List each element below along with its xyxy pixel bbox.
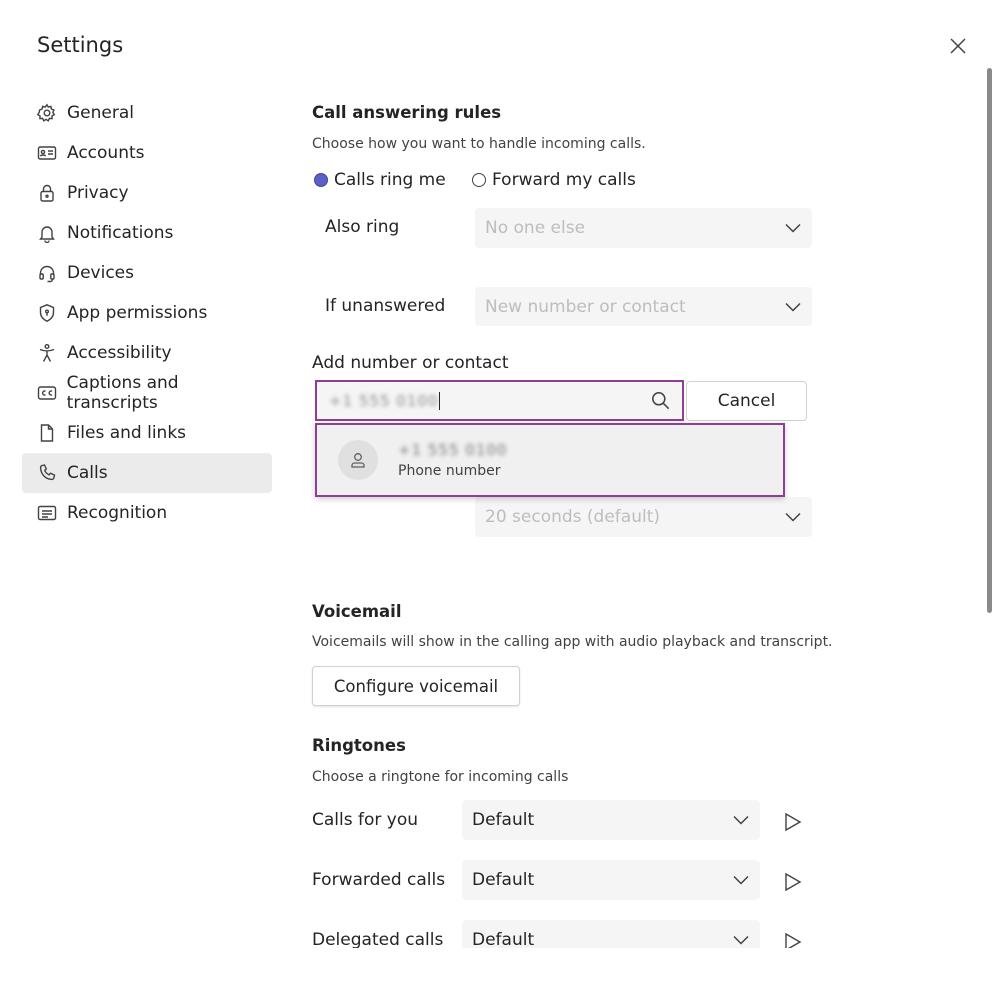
sidebar-item-accounts[interactable]: Accounts: [22, 133, 272, 173]
ringtone-label-calls-for-you: Calls for you: [312, 810, 419, 830]
also-ring-label: Also ring: [325, 217, 400, 237]
play-ringtone-button[interactable]: [782, 811, 804, 833]
suggestion-name: +1 555 0100: [398, 441, 508, 459]
ringtones-heading: Ringtones: [312, 736, 406, 755]
chevron-down-icon: [785, 223, 801, 233]
radio-label: Forward my calls: [492, 170, 636, 190]
close-icon: [950, 38, 966, 54]
configure-voicemail-button[interactable]: Configure voicemail: [312, 666, 520, 706]
also-ring-select[interactable]: No one else: [475, 208, 812, 248]
search-icon: [652, 392, 670, 410]
select-value: Default: [472, 870, 535, 890]
radio-selected-icon: [314, 173, 328, 187]
chevron-down-icon: [785, 512, 801, 522]
recognition-icon: [36, 502, 58, 524]
scrollbar-thumb[interactable]: [987, 68, 992, 613]
chevron-down-icon: [785, 302, 801, 312]
bell-icon: [36, 222, 58, 244]
call-rules-heading: Call answering rules: [312, 103, 502, 122]
if-unanswered-label: If unanswered: [325, 296, 446, 316]
suggestion-type: Phone number: [398, 463, 501, 479]
sidebar-item-label: App permissions: [67, 303, 208, 323]
sidebar-item-accessibility[interactable]: Accessibility: [22, 333, 272, 373]
cancel-button[interactable]: Cancel: [686, 381, 807, 421]
sidebar-item-app-permissions[interactable]: App permissions: [22, 293, 272, 333]
text-caret: [439, 391, 441, 410]
ringtone-select-forwarded[interactable]: Default: [462, 860, 760, 900]
select-value: New number or contact: [485, 296, 686, 317]
voicemail-description: Voicemails will show in the calling app …: [312, 634, 833, 650]
select-value: 20 seconds (default): [485, 507, 661, 527]
radio-label: Calls ring me: [334, 170, 446, 190]
chevron-down-icon: [733, 815, 749, 825]
lock-icon: [36, 182, 58, 204]
settings-sidebar: General Accounts Privacy Notifications D…: [22, 93, 272, 533]
ringtone-label-forwarded: Forwarded calls: [312, 870, 446, 890]
contact-suggestion-item[interactable]: +1 555 0100 Phone number: [315, 423, 785, 497]
person-icon: [351, 453, 365, 468]
select-value: Default: [472, 810, 535, 830]
content-clip-mask: [0, 948, 980, 993]
search-input-value: +1 555 0100: [329, 391, 439, 410]
select-value: No one else: [485, 218, 586, 238]
headset-icon: [36, 262, 58, 284]
add-contact-label: Add number or contact: [312, 353, 509, 373]
shield-icon: [36, 302, 58, 324]
avatar: [338, 440, 378, 480]
sidebar-item-general[interactable]: General: [22, 93, 272, 133]
ringtone-select-calls-for-you[interactable]: Default: [462, 800, 760, 840]
if-unanswered-select[interactable]: New number or contact: [475, 287, 812, 326]
sidebar-item-captions[interactable]: Captions and transcripts: [22, 373, 272, 413]
ringtone-label-delegated: Delegated calls: [312, 930, 444, 950]
accessibility-icon: [36, 342, 58, 364]
select-value: Default: [472, 930, 535, 950]
sidebar-item-label: Recognition: [67, 503, 168, 523]
phone-icon: [36, 462, 58, 484]
chevron-down-icon: [733, 875, 749, 885]
sidebar-item-label: Privacy: [67, 183, 129, 203]
cc-icon: [36, 382, 58, 404]
call-rules-description: Choose how you want to handle incoming c…: [312, 136, 646, 152]
play-icon: [785, 872, 802, 892]
ring-time-select[interactable]: 20 seconds (default): [475, 497, 812, 537]
radio-calls-ring-me[interactable]: Calls ring me: [314, 170, 446, 190]
contact-search-input[interactable]: +1 555 0100: [315, 380, 684, 421]
play-ringtone-button[interactable]: [782, 871, 804, 893]
close-button[interactable]: [944, 32, 972, 60]
radio-unselected-icon: [472, 173, 486, 187]
page-title: Settings: [37, 33, 124, 57]
sidebar-item-label: Files and links: [67, 423, 187, 443]
sidebar-item-calls[interactable]: Calls: [22, 453, 272, 493]
file-icon: [36, 422, 58, 444]
sidebar-item-label: Notifications: [67, 223, 174, 243]
voicemail-heading: Voicemail: [312, 602, 402, 621]
sidebar-item-label: General: [67, 103, 134, 123]
sidebar-item-label: Captions and transcripts: [66, 373, 179, 413]
play-icon: [785, 812, 802, 832]
sidebar-item-label: Devices: [67, 263, 134, 283]
ringtones-description: Choose a ringtone for incoming calls: [312, 769, 569, 785]
sidebar-item-notifications[interactable]: Notifications: [22, 213, 272, 253]
chevron-down-icon: [733, 935, 749, 945]
id-card-icon: [36, 142, 58, 164]
sidebar-item-recognition[interactable]: Recognition: [22, 493, 272, 533]
sidebar-item-label: Calls: [67, 463, 108, 483]
gear-icon: [36, 102, 58, 124]
sidebar-item-label: Accessibility: [67, 343, 172, 363]
sidebar-item-privacy[interactable]: Privacy: [22, 173, 272, 213]
sidebar-item-devices[interactable]: Devices: [22, 253, 272, 293]
sidebar-item-files-links[interactable]: Files and links: [22, 413, 272, 453]
sidebar-item-label: Accounts: [67, 143, 145, 163]
radio-forward-calls[interactable]: Forward my calls: [472, 170, 636, 190]
